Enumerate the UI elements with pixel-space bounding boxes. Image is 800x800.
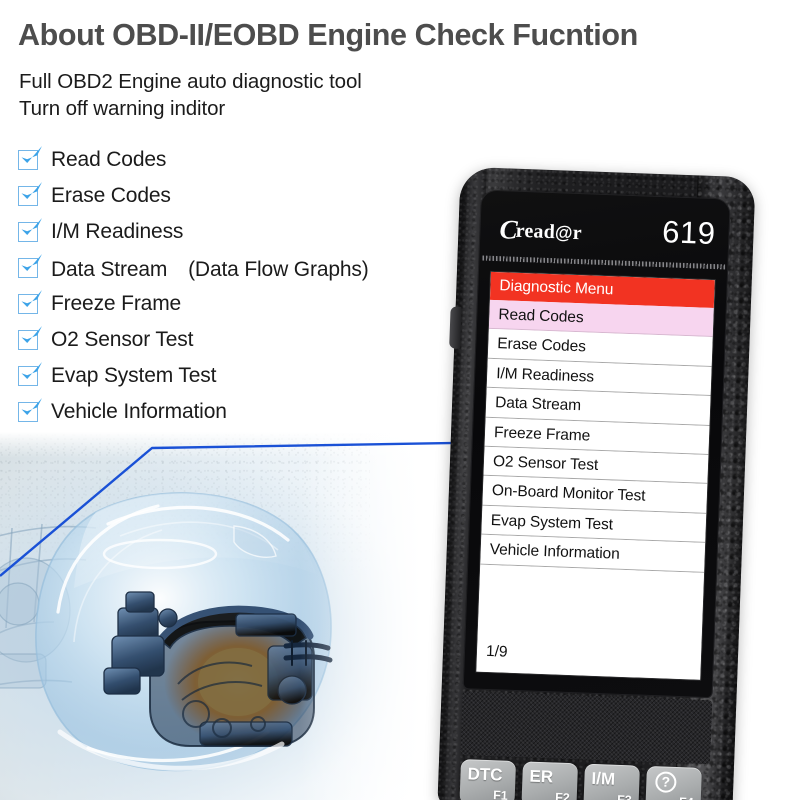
list-item-label: O2 Sensor Test bbox=[51, 328, 194, 351]
help-icon: ? bbox=[654, 771, 677, 793]
device-side-button[interactable] bbox=[449, 306, 462, 349]
list-item: I/M Readiness bbox=[18, 214, 458, 250]
list-item-label: Erase Codes bbox=[51, 184, 171, 207]
device-body: Cread@r 619 Diagnostic Menu Read Codes E… bbox=[437, 166, 756, 800]
brand-logo: Cread@r bbox=[499, 214, 582, 248]
car-xray-art bbox=[0, 492, 333, 772]
checkmark-icon bbox=[18, 362, 42, 386]
function-key-dtc[interactable]: DTC F1 bbox=[459, 759, 517, 800]
list-item-label: Vehicle Information bbox=[51, 400, 227, 423]
function-key-er-sublabel: F2 bbox=[554, 790, 570, 800]
function-key-er[interactable]: ER F2 bbox=[521, 761, 579, 800]
list-item-label: Evap System Test bbox=[51, 364, 217, 387]
checkmark-icon bbox=[18, 218, 42, 242]
device-lcd-screen: Diagnostic Menu Read Codes Erase Codes I… bbox=[476, 271, 715, 680]
checkmark-icon bbox=[18, 254, 42, 278]
obd-scanner-device: Cread@r 619 Diagnostic Menu Read Codes E… bbox=[432, 160, 800, 800]
function-key-im-label: I/M bbox=[591, 768, 616, 789]
checkmark-icon bbox=[18, 326, 42, 350]
screen-empty-area bbox=[477, 564, 705, 646]
list-item: Read Codes bbox=[18, 142, 458, 178]
checkmark-icon bbox=[18, 290, 42, 314]
car-engine-illustration bbox=[0, 432, 470, 800]
function-key-help[interactable]: ? F4 bbox=[645, 765, 702, 800]
page-root: About OBD-II/EOBD Engine Check Fucntion … bbox=[0, 0, 800, 800]
subtitle-line-2: Turn off warning inditor bbox=[19, 97, 226, 121]
feature-checklist: Read Codes Erase Codes I/M Readiness Dat… bbox=[18, 142, 458, 430]
list-item: Evap System Test bbox=[18, 358, 458, 394]
function-key-im-sublabel: F3 bbox=[617, 793, 632, 800]
list-item: O2 Sensor Test bbox=[18, 322, 458, 358]
list-item: Vehicle Information bbox=[18, 394, 458, 430]
device-brand-bar: Cread@r 619 bbox=[479, 189, 731, 260]
page-subtitle: Full OBD2 Engine auto diagnostic tool Tu… bbox=[19, 68, 449, 122]
list-item: Freeze Frame bbox=[18, 286, 458, 322]
page-title: About OBD-II/EOBD Engine Check Fucntion bbox=[18, 18, 638, 52]
list-item: Data Stream (Data Flow Graphs) bbox=[18, 250, 458, 286]
device-faceplate: Cread@r 619 Diagnostic Menu Read Codes E… bbox=[462, 189, 731, 699]
list-item-label: Data Stream (Data Flow Graphs) bbox=[51, 258, 369, 281]
list-item-label: Read Codes bbox=[51, 148, 167, 171]
checkmark-icon bbox=[18, 146, 42, 170]
screen-page-indicator: 1/9 bbox=[476, 637, 702, 680]
function-key-help-sublabel: F4 bbox=[679, 795, 694, 800]
device-carbon-panel bbox=[460, 691, 713, 765]
function-key-im[interactable]: I/M F3 bbox=[583, 763, 640, 800]
brand-at-symbol: @ bbox=[554, 222, 574, 243]
list-item: Erase Codes bbox=[18, 178, 458, 214]
function-key-dtc-sublabel: F1 bbox=[492, 788, 509, 800]
brand-r-letter: r bbox=[572, 221, 583, 245]
brand-read-text: read bbox=[515, 219, 556, 244]
checkmark-icon bbox=[18, 398, 42, 422]
function-key-er-label: ER bbox=[529, 766, 554, 787]
device-model-number: 619 bbox=[661, 214, 717, 252]
list-item-label: I/M Readiness bbox=[51, 220, 184, 243]
list-item-label: Freeze Frame bbox=[51, 292, 182, 315]
function-key-dtc-label: DTC bbox=[467, 764, 503, 785]
checkmark-icon bbox=[18, 182, 42, 206]
subtitle-line-1: Full OBD2 Engine auto diagnostic tool bbox=[19, 70, 362, 93]
